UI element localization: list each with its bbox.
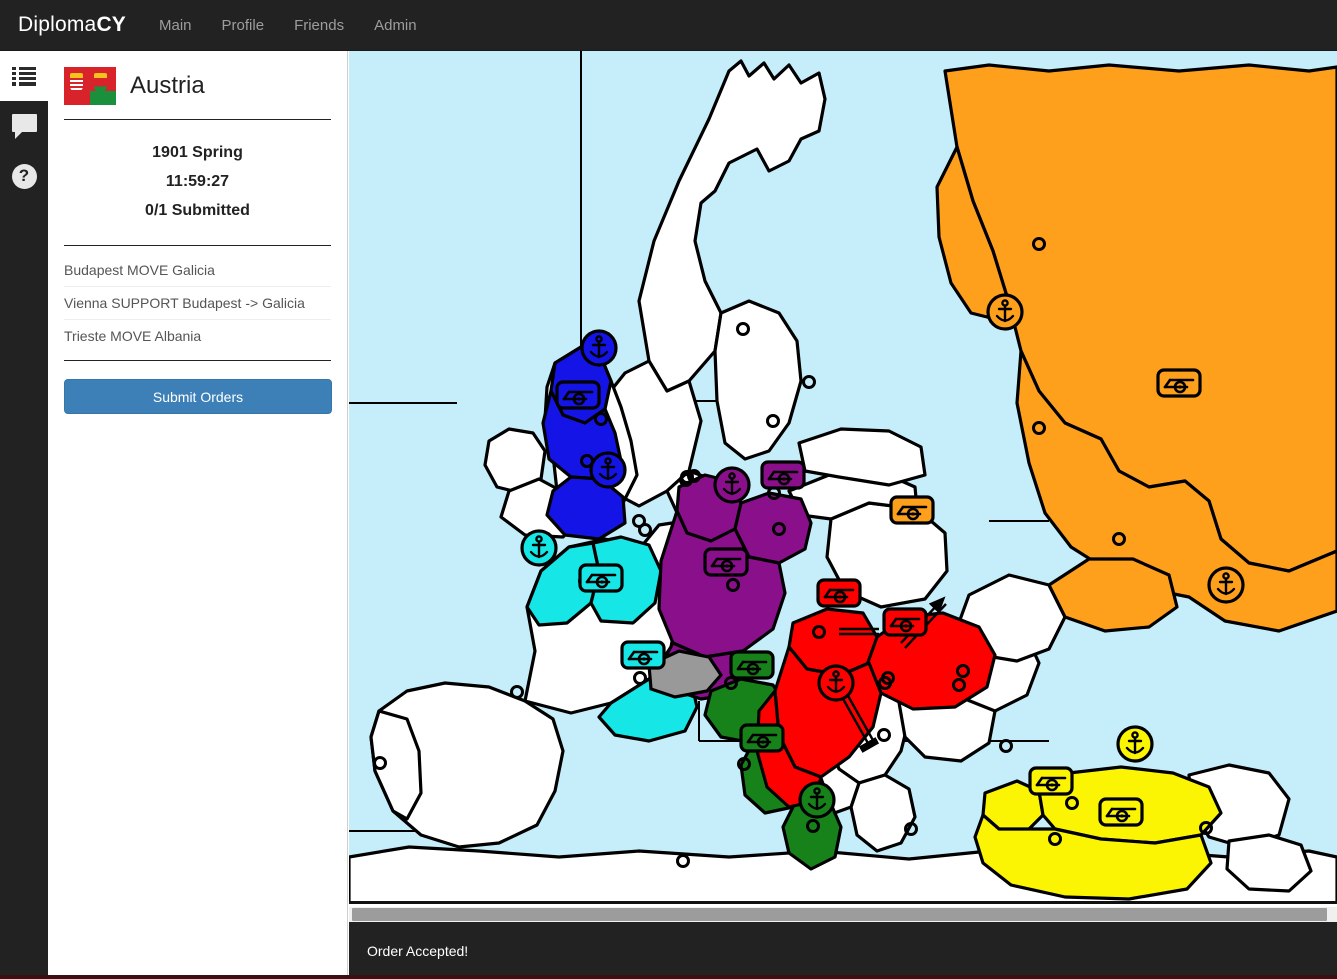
icon-rail: ? [0,51,48,979]
unit-army-england-liverpool[interactable] [555,380,601,410]
bottom-strip [0,975,1337,979]
unit-army-turkey-smyrna[interactable] [1098,797,1144,827]
unit-army-austria-budapest[interactable] [882,607,928,637]
status-message: Order Accepted! [367,942,469,959]
map-scrollbar-thumb[interactable] [352,908,1327,921]
unit-fleet-england-north[interactable] [580,329,618,367]
submit-orders-button[interactable]: Submit Orders [64,379,332,414]
rail-button-orders[interactable] [0,51,48,101]
game-status-block: 1901 Spring 11:59:27 0/1 Submitted [64,126,331,239]
unit-fleet-germany-kiel[interactable] [713,466,751,504]
season-label: 1901 Spring [152,144,243,161]
nav-link-profile[interactable]: Profile [207,0,280,51]
brand-logo[interactable]: DiplomaCY [0,13,144,37]
rail-button-chat[interactable] [0,101,48,151]
nav-link-main[interactable]: Main [144,0,207,51]
order-item[interactable]: Vienna SUPPORT Budapest -> Galicia [64,287,331,320]
unit-army-austria-vienna[interactable] [816,578,862,608]
unit-army-france-paris[interactable] [578,563,624,593]
chat-icon [11,114,37,139]
unit-army-italy-rome[interactable] [739,723,785,753]
nav-link-friends[interactable]: Friends [279,0,359,51]
unit-army-italy-venice[interactable] [729,650,775,680]
map-area: Order Accepted! [349,51,1337,979]
map-viewport[interactable] [349,51,1337,904]
rail-button-help[interactable]: ? [0,151,48,201]
divider-mid [64,245,331,246]
unit-fleet-turkey-ankara[interactable] [1116,725,1154,763]
help-icon: ? [11,163,37,189]
top-navbar: DiplomaCY Main Profile Friends Admin [0,0,1337,51]
unit-fleet-russia-stpetersburg[interactable] [986,293,1024,331]
orders-list: Budapest MOVE Galicia Vienna SUPPORT Bud… [64,252,331,352]
diplomacy-board-map[interactable] [349,51,1337,904]
sidebar-panel: Austria 1901 Spring 11:59:27 0/1 Submitt… [48,51,348,979]
unit-fleet-russia-sevastopol[interactable] [1207,566,1245,604]
power-territories-turkey[interactable] [973,765,1223,901]
status-bar: Order Accepted! [349,922,1337,979]
unit-fleet-france-brest[interactable] [520,529,558,567]
country-header: Austria [64,51,331,113]
brand-suffix: CY [96,13,127,36]
unit-fleet-austria-trieste[interactable] [817,664,855,702]
order-item[interactable]: Budapest MOVE Galicia [64,258,331,287]
unit-army-germany-munich[interactable] [703,547,749,577]
unit-army-russia-warsaw[interactable] [889,495,935,525]
submitted-count: 0/1 Submitted [145,202,250,219]
nav-link-admin[interactable]: Admin [359,0,432,51]
list-icon [12,66,36,86]
unit-army-germany-berlin[interactable] [760,460,806,490]
austria-hungary-flag-icon [64,67,116,105]
unit-fleet-italy-naples[interactable] [798,781,836,819]
unit-fleet-england-london[interactable] [589,451,627,489]
map-horizontal-scrollbar[interactable] [349,907,1337,922]
timer-label: 11:59:27 [165,173,230,190]
country-name: Austria [130,72,205,99]
divider-top [64,119,331,120]
unit-army-france-marseilles[interactable] [620,640,666,670]
brand-prefix: Diploma [18,13,97,36]
order-item[interactable]: Trieste MOVE Albania [64,320,331,352]
unit-army-russia-moscow[interactable] [1156,368,1202,398]
unit-army-turkey-constantinople[interactable] [1028,766,1074,796]
divider-bottom [64,360,331,361]
